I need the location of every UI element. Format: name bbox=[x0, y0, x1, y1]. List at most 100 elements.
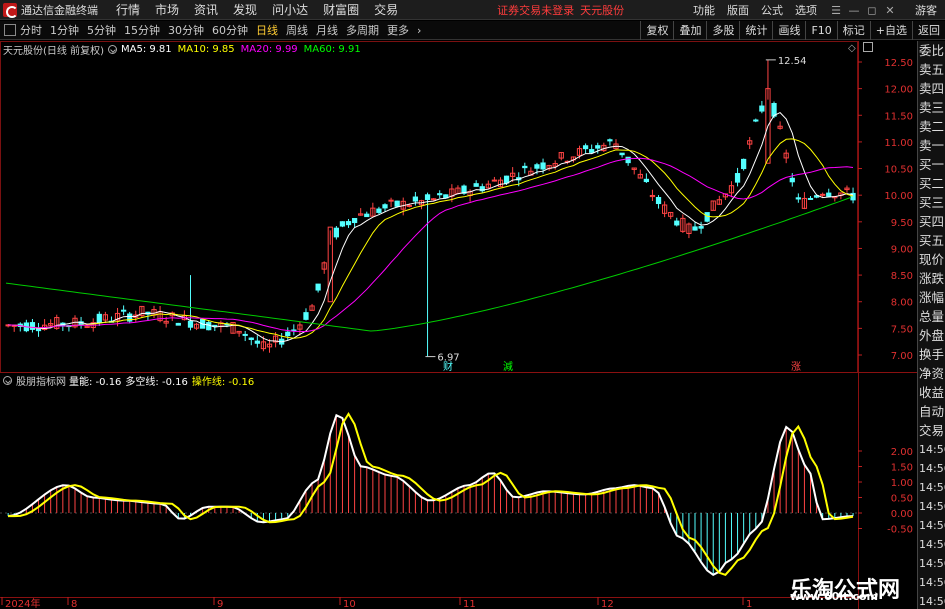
candle-body bbox=[315, 283, 321, 291]
side-item-4[interactable]: 卖二 bbox=[918, 117, 945, 136]
date-tick-label: 1 bbox=[746, 599, 752, 609]
side-item-0[interactable]: 委比 bbox=[918, 41, 945, 60]
side-item-16[interactable]: 换手 bbox=[918, 345, 945, 364]
trade-time-5: 14:56 bbox=[919, 538, 945, 551]
candlesticks bbox=[5, 59, 856, 357]
side-item-6[interactable]: 买一 bbox=[918, 155, 945, 174]
candle-body bbox=[339, 221, 346, 227]
price-tick-label: 8.00 bbox=[891, 298, 913, 309]
trade-time-3: 14:56 bbox=[919, 500, 945, 513]
candle-body bbox=[534, 164, 540, 169]
quote-side-panel: 委比 卖五 卖四 卖三 卖二 卖一 买一 买二 买三 买四 买五 现价 涨跌 涨幅 总量 外盘 换手 净资 收益 自动… bbox=[917, 41, 945, 609]
indicator-lines bbox=[7, 411, 854, 576]
high-price-label: 12.54 bbox=[778, 56, 807, 67]
candle-body bbox=[187, 320, 194, 328]
candle-body bbox=[820, 193, 826, 196]
ma10-line bbox=[8, 138, 854, 339]
side-item-14[interactable]: 总量 bbox=[918, 307, 945, 326]
candle-body bbox=[753, 119, 759, 122]
candle-body bbox=[351, 218, 358, 224]
side-item-12[interactable]: 涨跌 bbox=[918, 269, 945, 288]
main-info-line: 天元股份(日线 前复权) MA5: 9.81 MA10: 9.85 MA20: … bbox=[0, 41, 367, 57]
date-tick-label: 12 bbox=[601, 599, 614, 609]
stock-title: 天元股份(日线 前复权) bbox=[3, 45, 104, 57]
long-short-value: 多空线: -0.16 bbox=[125, 377, 188, 388]
event-tag: 涨 bbox=[791, 361, 801, 373]
date-tick-label: 10 bbox=[343, 599, 356, 609]
candle-body bbox=[431, 198, 437, 201]
candle-body bbox=[789, 177, 795, 183]
side-item-18[interactable]: 收益 bbox=[918, 383, 945, 402]
ma60-value: MA60: 9.91 bbox=[303, 43, 361, 55]
candle-body bbox=[589, 149, 595, 153]
side-items: 委比 卖五 卖四 卖三 卖二 卖一 买一 买二 买三 买四 买五 现价 涨跌 涨幅 总量 外盘 换手 净资 收益 自动… bbox=[918, 41, 945, 440]
candle-body bbox=[376, 208, 382, 213]
sub-indicator-toggle-icon[interactable] bbox=[3, 376, 12, 385]
indicator-bars bbox=[7, 415, 854, 575]
side-item-3[interactable]: 卖三 bbox=[918, 98, 945, 117]
candle-body bbox=[692, 226, 698, 231]
side-item-2[interactable]: 卖四 bbox=[918, 79, 945, 98]
side-item-19[interactable]: 自动 bbox=[918, 402, 945, 421]
price-tick-label: 10.50 bbox=[884, 165, 913, 176]
side-item-13[interactable]: 涨幅 bbox=[918, 288, 945, 307]
candle-body bbox=[734, 173, 741, 183]
candle-body bbox=[388, 199, 394, 202]
side-item-5[interactable]: 卖一 bbox=[918, 136, 945, 155]
side-item-8[interactable]: 买三 bbox=[918, 193, 945, 212]
expand-icon[interactable] bbox=[863, 42, 873, 52]
date-tick-label: 11 bbox=[463, 599, 476, 609]
candle-body bbox=[248, 337, 254, 340]
candle-body bbox=[522, 165, 528, 169]
ma10-value: MA10: 9.85 bbox=[177, 43, 235, 55]
trade-time-4: 14:56 bbox=[919, 519, 945, 532]
ma20-value: MA20: 9.99 bbox=[240, 43, 298, 55]
side-item-11[interactable]: 现价 bbox=[918, 250, 945, 269]
candle-body bbox=[826, 192, 832, 197]
candle-body bbox=[242, 333, 248, 336]
candle-body bbox=[674, 220, 680, 226]
price-tick-label: 11.50 bbox=[884, 111, 913, 122]
side-item-15[interactable]: 外盘 bbox=[918, 326, 945, 345]
diamond-icon[interactable]: ◇ bbox=[848, 43, 856, 54]
volume-energy-value: 量能: -0.16 bbox=[69, 377, 122, 388]
watermark-url: www.60lt.com bbox=[790, 590, 879, 603]
candle-body bbox=[625, 156, 631, 164]
candle-body bbox=[473, 183, 479, 187]
price-tick-label: 12.50 bbox=[884, 58, 913, 69]
candle-body bbox=[254, 340, 260, 344]
candle-body bbox=[607, 139, 613, 142]
price-tick-label: 9.50 bbox=[891, 218, 913, 229]
price-tick-label: 7.50 bbox=[891, 324, 913, 335]
long-short-line bbox=[7, 413, 854, 576]
trade-time-7: 14:56 bbox=[919, 576, 945, 589]
candle-body bbox=[698, 226, 704, 229]
side-item-9[interactable]: 买四 bbox=[918, 212, 945, 231]
ma60-line bbox=[5, 196, 852, 332]
date-tick-label: 9 bbox=[217, 599, 223, 609]
candle-body bbox=[741, 158, 747, 170]
kline-chart[interactable]: 12.5012.0011.5011.0010.5010.009.509.008.… bbox=[0, 0, 945, 609]
candle-body bbox=[96, 313, 102, 324]
trade-time-6: 14:56 bbox=[919, 557, 945, 570]
candle-body bbox=[795, 197, 801, 200]
indicator-toggle-icon[interactable] bbox=[107, 44, 117, 54]
candle-body bbox=[364, 213, 370, 218]
price-tick-label: 9.00 bbox=[891, 244, 913, 255]
side-item-17[interactable]: 净资 bbox=[918, 364, 945, 383]
candle-body bbox=[491, 179, 498, 182]
candle-body bbox=[503, 175, 510, 184]
sub-tick-label: 0.00 bbox=[891, 509, 913, 520]
side-item-20[interactable]: 交易 bbox=[918, 421, 945, 440]
price-tick-label: 10.00 bbox=[884, 191, 913, 202]
side-item-10[interactable]: 买五 bbox=[918, 231, 945, 250]
candle-body bbox=[345, 221, 352, 226]
ma-lines bbox=[5, 111, 854, 343]
candle-body bbox=[759, 105, 765, 112]
candle-body bbox=[655, 196, 662, 205]
candle-body bbox=[540, 162, 546, 170]
candle-body bbox=[595, 145, 601, 149]
side-item-7[interactable]: 买二 bbox=[918, 174, 945, 193]
side-item-1[interactable]: 卖五 bbox=[918, 60, 945, 79]
ma20-line bbox=[8, 157, 854, 333]
